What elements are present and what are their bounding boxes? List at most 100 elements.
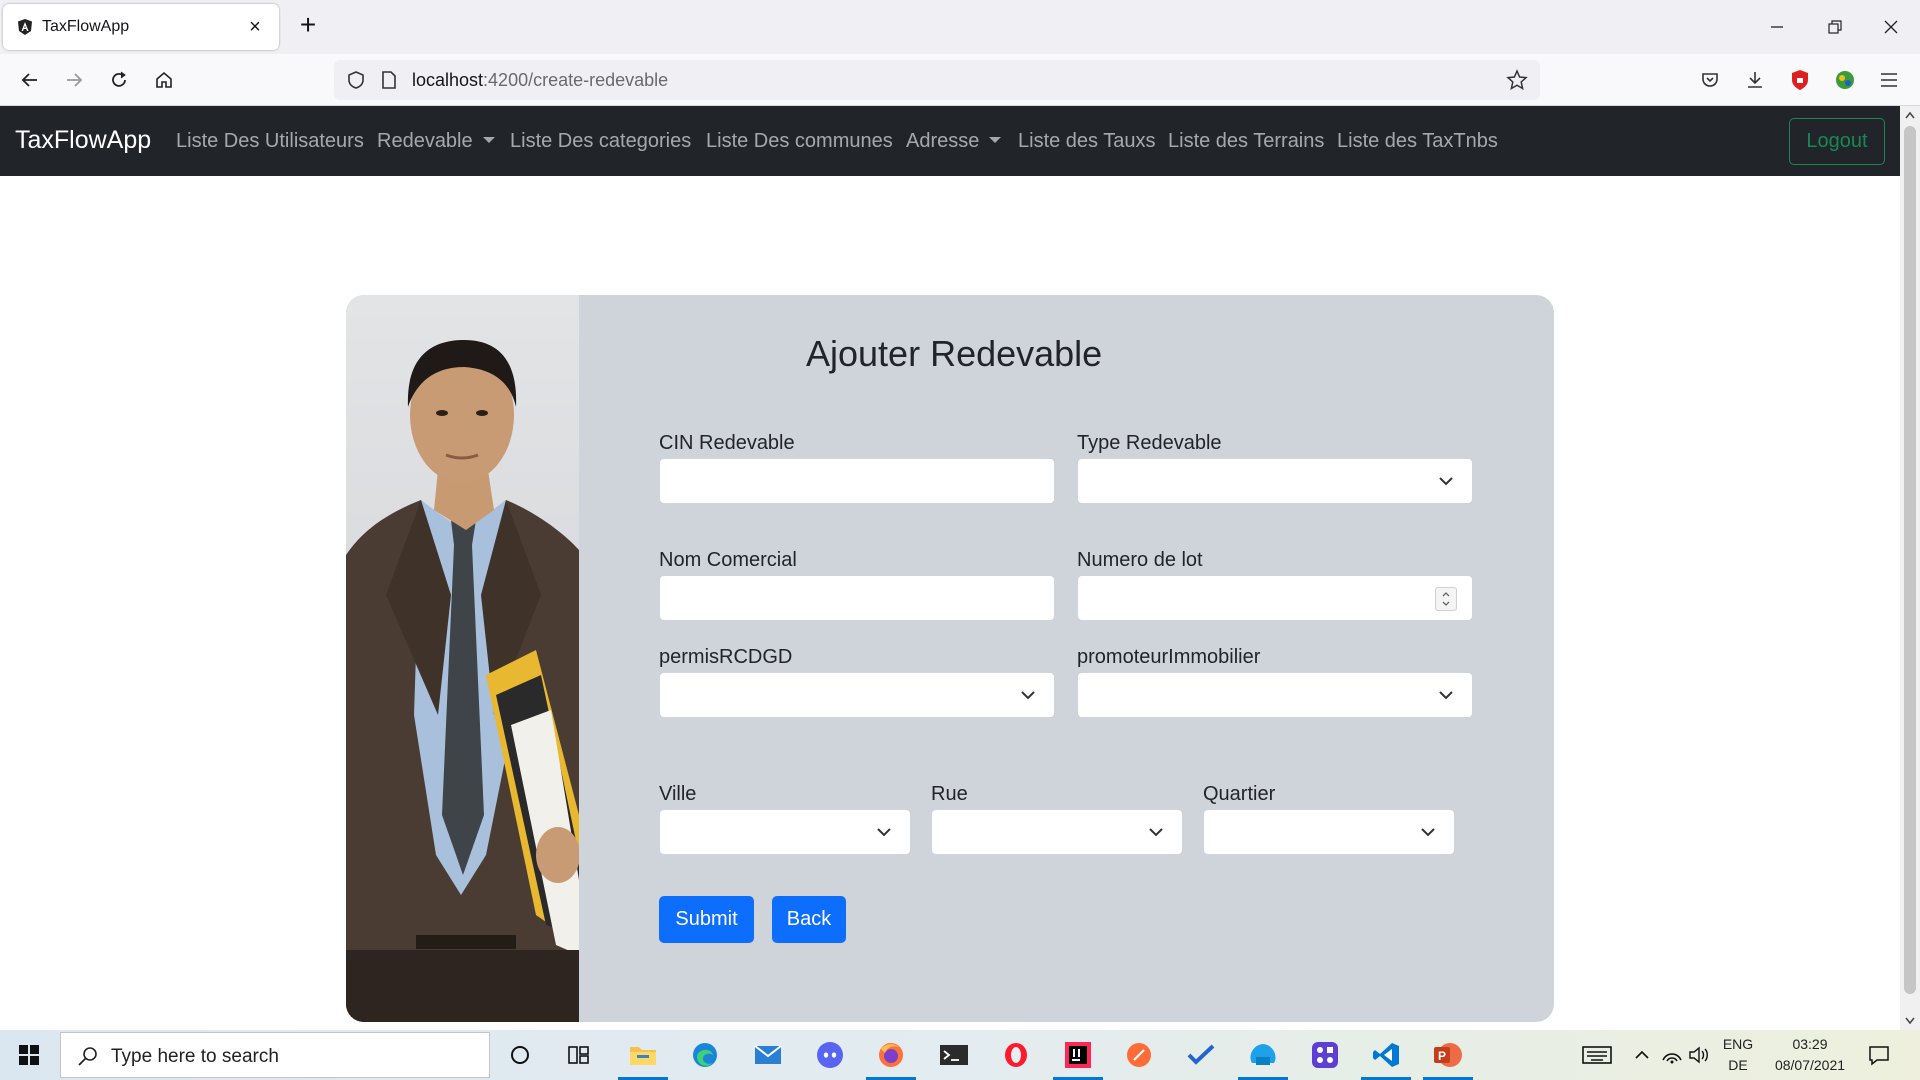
rue-select[interactable] [931,809,1183,855]
nav-link-communes[interactable]: Liste Des communes [706,130,893,153]
number-spinner[interactable] [1435,587,1457,611]
nav-dropdown-label: Redevable [377,130,473,152]
page-scrollbar[interactable] [1900,106,1920,1030]
nav-dropdown-redevable[interactable]: Redevable [377,130,495,153]
opgg-icon[interactable] [1308,1038,1342,1072]
intellij-icon[interactable] [1061,1038,1095,1072]
extension-globe-icon[interactable] [1829,64,1861,96]
search-icon [77,1045,99,1072]
home-icon[interactable] [148,64,180,96]
ville-label: Ville [659,783,697,805]
pocket-icon[interactable] [1694,64,1726,96]
postman-icon[interactable] [1122,1038,1156,1072]
browser-tab[interactable]: TaxFlowApp × [3,4,279,50]
nom-comercial-input[interactable] [659,575,1055,621]
url-text[interactable]: localhost:4200/create-redevable [412,70,668,91]
new-tab-button[interactable]: + [293,10,323,40]
close-tab-icon[interactable]: × [243,16,267,39]
back-arrow-icon[interactable] [14,64,46,96]
ublock-shield-icon[interactable] [1784,64,1816,96]
logout-button[interactable]: Logout [1789,118,1885,165]
language-code[interactable]: ENG [1718,1036,1758,1052]
back-button[interactable]: Back [772,896,846,943]
nav-link-utilisateurs[interactable]: Liste Des Utilisateurs [176,130,364,153]
clock-date[interactable]: 08/07/2021 [1765,1057,1855,1073]
bookmark-star-icon[interactable] [1506,69,1528,96]
reload-icon[interactable] [103,64,135,96]
cin-input[interactable] [659,458,1055,504]
taskbar-search-box[interactable]: Type here to search [60,1032,490,1078]
quartier-select[interactable] [1203,809,1455,855]
powerpoint-icon[interactable]: P [1431,1038,1465,1072]
keyboard-icon[interactable] [1580,1038,1614,1072]
discord-icon[interactable] [813,1038,847,1072]
submit-button[interactable]: Submit [659,896,754,943]
brand-logo[interactable]: TaxFlowApp [15,126,151,155]
form-title: Ajouter Redevable [806,333,1103,374]
type-redevable-label: Type Redevable [1077,432,1222,454]
firefox-icon[interactable] [874,1038,908,1072]
todo-check-icon[interactable] [1184,1038,1218,1072]
windows-taskbar: Type here to search P ENG DE 03:29 08/07… [0,1030,1920,1080]
chevron-down-icon [1420,825,1436,843]
keyboard-layout[interactable]: DE [1718,1057,1758,1073]
restore-window-button[interactable] [1815,10,1855,44]
browser-toolbar: localhost:4200/create-redevable [0,54,1920,106]
chevron-down-icon [876,825,892,843]
quartier-label: Quartier [1203,783,1276,805]
page-icon[interactable] [380,70,398,95]
volume-icon[interactable] [1682,1038,1716,1072]
rue-label: Rue [931,783,968,805]
angular-icon [15,17,35,37]
vscode-icon[interactable] [1369,1038,1403,1072]
type-redevable-select[interactable] [1077,458,1473,504]
menu-hamburger-icon[interactable] [1873,64,1905,96]
tray-chevron-up-icon[interactable] [1625,1038,1659,1072]
cortana-icon[interactable] [503,1038,537,1072]
promoteur-select[interactable] [1077,672,1473,718]
permis-label: permisRCDGD [659,646,793,668]
svg-text:P: P [1438,1049,1446,1063]
chevron-down-icon [1148,825,1164,843]
scroll-thumb[interactable] [1904,126,1916,994]
scroll-down-arrow-icon[interactable] [1900,1012,1920,1030]
chevron-down-icon [1020,688,1036,706]
nav-link-tauxs[interactable]: Liste des Tauxs [1018,130,1156,153]
terminal-icon[interactable] [937,1038,971,1072]
url-bar[interactable]: localhost:4200/create-redevable [334,60,1540,100]
permis-select[interactable] [659,672,1055,718]
nav-link-categories[interactable]: Liste Des categories [510,130,691,153]
promoteur-label: promoteurImmobilier [1077,646,1261,668]
task-view-icon[interactable] [562,1038,596,1072]
nav-link-taxtnbs[interactable]: Liste des TaxTnbs [1337,130,1498,153]
mail-icon[interactable] [751,1038,785,1072]
cloud-app-icon[interactable] [1246,1038,1280,1072]
downloads-icon[interactable] [1739,64,1771,96]
search-placeholder: Type here to search [111,1046,279,1067]
nom-comercial-label: Nom Comercial [659,549,797,571]
ville-select[interactable] [659,809,911,855]
businessman-photo [346,295,580,1022]
nav-dropdown-label: Adresse [906,130,980,152]
numero-lot-input[interactable] [1077,575,1473,621]
file-explorer-icon[interactable] [626,1038,660,1072]
notification-icon[interactable] [1862,1038,1896,1072]
nav-link-terrains[interactable]: Liste des Terrains [1168,130,1324,153]
caret-down-icon [989,136,1002,143]
chevron-down-icon [1438,688,1454,706]
tab-title: TaxFlowApp [42,18,130,35]
forward-arrow-icon[interactable] [58,64,90,96]
close-window-button[interactable] [1871,10,1911,44]
scroll-up-arrow-icon[interactable] [1900,106,1920,124]
browser-tab-strip: TaxFlowApp × + [0,0,1920,54]
windows-start-icon[interactable] [0,1030,58,1080]
form-card: Ajouter Redevable CIN Redevable Type Red… [346,295,1554,1022]
opera-icon[interactable] [999,1038,1033,1072]
nav-dropdown-adresse[interactable]: Adresse [906,130,1002,153]
cin-label: CIN Redevable [659,432,795,454]
shield-icon[interactable] [346,70,366,95]
edge-icon[interactable] [688,1038,722,1072]
minimize-window-button[interactable] [1757,10,1797,44]
clock-time[interactable]: 03:29 [1765,1036,1855,1052]
caret-down-icon [482,136,495,143]
